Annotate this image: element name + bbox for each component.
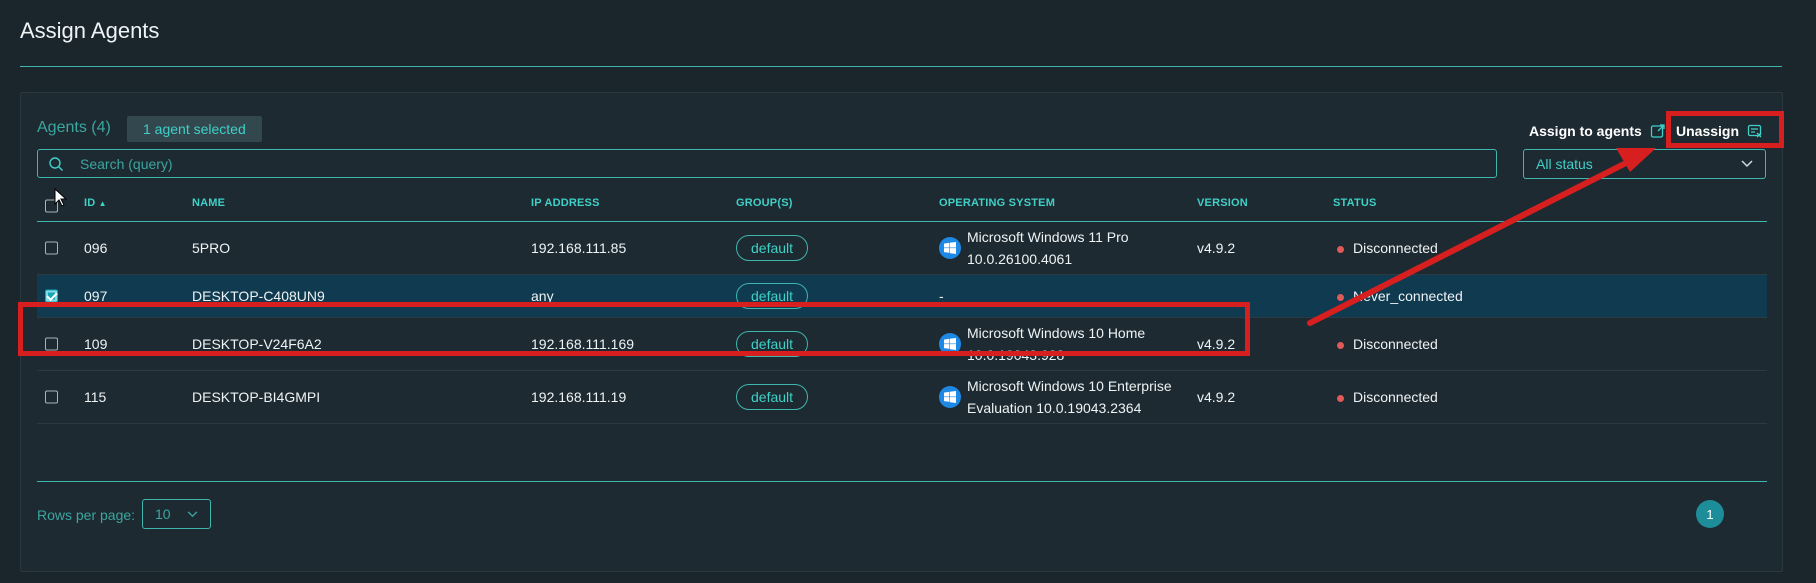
highlight-unassign-button bbox=[1666, 111, 1784, 148]
row-checkbox[interactable] bbox=[45, 390, 58, 404]
table-footer-divider bbox=[37, 481, 1767, 482]
rows-per-page-value: 10 bbox=[155, 506, 171, 522]
selected-count-badge: 1 agent selected bbox=[127, 116, 262, 142]
rows-per-page-select[interactable]: 10 bbox=[142, 499, 211, 529]
title-divider bbox=[20, 66, 1782, 67]
windows-icon bbox=[939, 386, 961, 408]
agent-os: Microsoft Windows 10 Enterprise Evaluatio… bbox=[967, 378, 1172, 416]
search-icon bbox=[49, 156, 63, 171]
agent-version: v4.9.2 bbox=[1197, 240, 1236, 256]
search-field[interactable] bbox=[37, 149, 1497, 178]
agent-name[interactable]: DESKTOP-BI4GMPI bbox=[192, 389, 320, 405]
agent-ip: 192.168.111.19 bbox=[531, 389, 627, 405]
status-filter-value: All status bbox=[1536, 156, 1593, 172]
row-checkbox[interactable] bbox=[45, 289, 58, 303]
agent-id[interactable]: 096 bbox=[84, 240, 107, 256]
agent-status: Never_connected bbox=[1337, 288, 1463, 304]
rows-per-page-label: Rows per page: bbox=[37, 507, 136, 523]
table-header: ID ▲ NAME IP ADDRESS GROUP(S) OPERATING … bbox=[37, 183, 1767, 222]
chevron-down-icon bbox=[187, 510, 198, 517]
agent-ip: 192.168.111.85 bbox=[531, 240, 627, 256]
agents-count: Agents (4) bbox=[37, 119, 111, 136]
highlight-selected-row bbox=[18, 302, 1250, 356]
page-button-current[interactable]: 1 bbox=[1696, 500, 1724, 528]
assign-to-agents-button[interactable]: Assign to agents bbox=[1529, 119, 1666, 143]
column-header-version[interactable]: VERSION bbox=[1197, 197, 1248, 209]
assign-button-label: Assign to agents bbox=[1529, 123, 1642, 139]
status-dot bbox=[1337, 341, 1344, 349]
agent-name[interactable]: 5PRO bbox=[192, 240, 230, 256]
agent-status: Disconnected bbox=[1337, 336, 1438, 352]
table-row[interactable]: 115 DESKTOP-BI4GMPI 192.168.111.19 defau… bbox=[37, 371, 1767, 424]
chevron-down-icon bbox=[1741, 160, 1753, 168]
group-badge[interactable]: default bbox=[736, 235, 809, 261]
table-row[interactable]: 096 5PRO 192.168.111.85 default Microsof… bbox=[37, 222, 1767, 275]
agent-status: Disconnected bbox=[1337, 389, 1438, 405]
column-header-ip[interactable]: IP ADDRESS bbox=[531, 197, 600, 209]
status-dot bbox=[1337, 394, 1344, 402]
page-title: Assign Agents bbox=[20, 18, 160, 43]
column-header-name[interactable]: NAME bbox=[192, 197, 225, 209]
row-checkbox[interactable] bbox=[45, 241, 58, 255]
status-dot bbox=[1337, 293, 1344, 301]
column-header-id[interactable]: ID ▲ bbox=[84, 197, 107, 209]
status-filter-select[interactable]: All status bbox=[1523, 149, 1766, 179]
group-badge[interactable]: default bbox=[736, 384, 809, 410]
agent-version: v4.9.2 bbox=[1197, 389, 1236, 405]
agent-os: Microsoft Windows 11 Pro 10.0.26100.4061 bbox=[967, 229, 1129, 267]
agent-status: Disconnected bbox=[1337, 240, 1438, 256]
column-header-groups[interactable]: GROUP(S) bbox=[736, 197, 793, 209]
agent-id[interactable]: 115 bbox=[84, 389, 106, 405]
column-header-status[interactable]: STATUS bbox=[1333, 197, 1377, 209]
assign-icon bbox=[1650, 124, 1665, 138]
column-header-os[interactable]: OPERATING SYSTEM bbox=[939, 197, 1055, 209]
search-input[interactable] bbox=[78, 154, 1496, 173]
mouse-cursor-icon bbox=[54, 188, 68, 207]
windows-icon bbox=[939, 237, 961, 259]
status-dot bbox=[1337, 245, 1344, 253]
